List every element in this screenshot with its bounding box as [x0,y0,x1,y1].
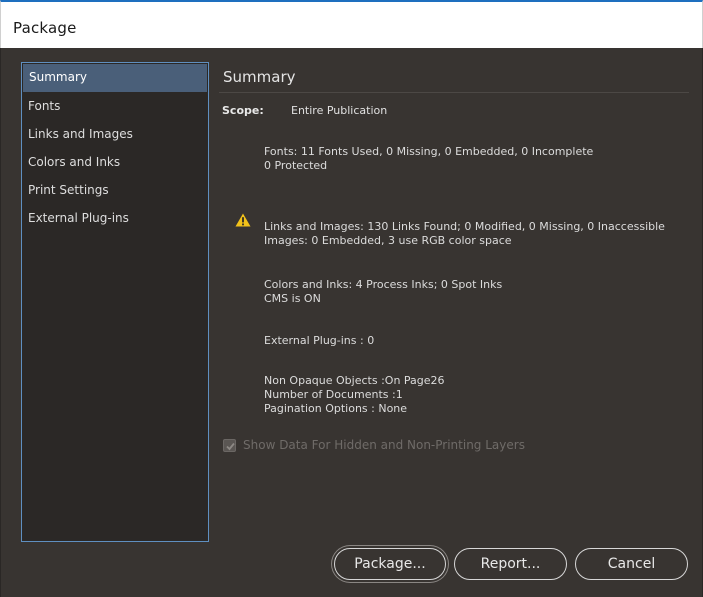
plugins-summary: External Plug-ins : 0 [264,334,374,348]
links-summary-line: Images: 0 Embedded, 3 use RGB color spac… [264,234,512,247]
scope-label: Scope: [222,104,264,117]
fonts-summary-line: Fonts: 11 Fonts Used, 0 Missing, 0 Embed… [264,145,594,158]
sidebar-item-print-settings[interactable]: Print Settings [22,177,208,205]
warning-icon [235,213,251,227]
sidebar-item-links-and-images[interactable]: Links and Images [22,121,208,149]
colors-summary: Colors and Inks: 4 Process Inks; 0 Spot … [264,278,502,306]
package-button[interactable]: Package... [334,548,446,580]
sidebar: Summary Fonts Links and Images Colors an… [21,62,209,542]
sidebar-item-summary[interactable]: Summary [23,64,207,92]
links-summary: Links and Images: 130 Links Found; 0 Mod… [264,220,665,248]
scope-value: Entire Publication [291,104,388,117]
fonts-summary-line: 0 Protected [264,159,328,172]
show-hidden-layers-label: Show Data For Hidden and Non-Printing La… [243,438,525,452]
misc-summary-line: Pagination Options : None [264,402,408,415]
cancel-button[interactable]: Cancel [575,548,688,580]
checkmark-icon [226,442,235,451]
colors-summary-line: Colors and Inks: 4 Process Inks; 0 Spot … [264,278,503,291]
fonts-summary: Fonts: 11 Fonts Used, 0 Missing, 0 Embed… [264,145,593,173]
sidebar-item-colors-and-inks[interactable]: Colors and Inks [22,149,208,177]
plugins-summary-line: External Plug-ins : 0 [264,334,375,347]
misc-summary: Non Opaque Objects :On Page26 Number of … [264,374,445,416]
links-summary-line: Links and Images: 130 Links Found; 0 Mod… [264,220,665,233]
dialog-titlebar: Package [0,0,703,48]
misc-summary-line: Number of Documents :1 [264,388,403,401]
report-button[interactable]: Report... [454,548,567,580]
sidebar-item-external-plug-ins[interactable]: External Plug-ins [22,205,208,233]
sidebar-item-fonts[interactable]: Fonts [22,93,208,121]
dialog-title: Package [13,19,77,37]
heading-divider [219,92,689,93]
section-heading: Summary [223,68,296,86]
dialog-body: Summary Fonts Links and Images Colors an… [0,48,703,597]
colors-summary-line: CMS is ON [264,292,321,305]
misc-summary-line: Non Opaque Objects :On Page26 [264,374,445,387]
show-hidden-layers-checkbox[interactable] [223,439,236,452]
